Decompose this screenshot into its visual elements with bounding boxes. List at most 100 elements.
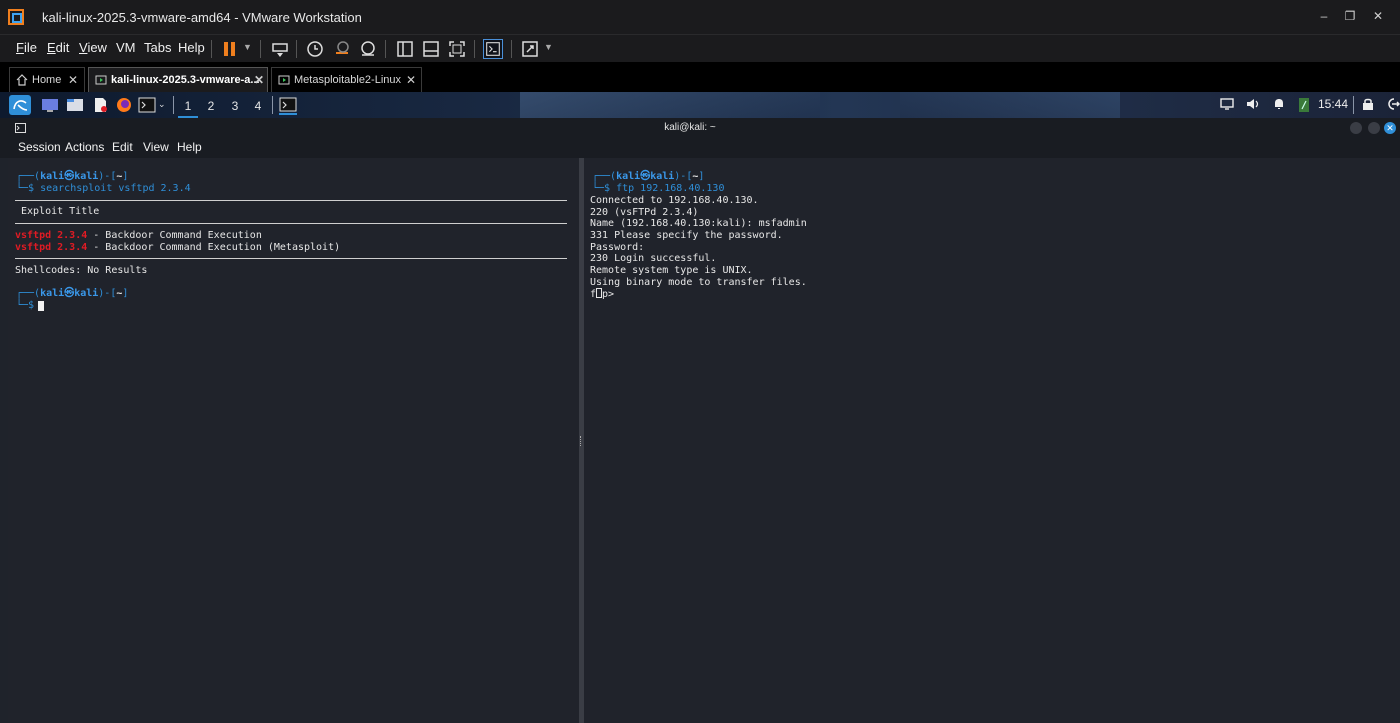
konsole-menubar: Session Actions Edit View Help bbox=[0, 138, 1400, 158]
snapshot-manager-icon[interactable] bbox=[358, 39, 378, 59]
divider bbox=[15, 200, 567, 201]
clock[interactable]: 15:44 bbox=[1318, 97, 1348, 111]
menu-edit[interactable]: Edit bbox=[47, 40, 69, 55]
right-terminal-pane[interactable]: ┌──(kali㉿kali)-[~] └─$ ftp 192.168.40.13… bbox=[584, 158, 1400, 723]
menu-actions[interactable]: Actions bbox=[65, 140, 104, 154]
toolbar-separator bbox=[260, 40, 261, 58]
volume-icon[interactable] bbox=[1245, 97, 1261, 111]
vm-running-icon bbox=[278, 75, 290, 85]
vmware-app-icon bbox=[8, 9, 24, 25]
close-icon[interactable]: ✕ bbox=[1370, 8, 1386, 24]
wallpaper-shape bbox=[520, 92, 820, 118]
left-terminal-pane[interactable]: ┌──(kali㉿kali)-[~] └─$ searchsploit vsft… bbox=[8, 158, 579, 723]
display-icon[interactable] bbox=[1220, 97, 1234, 111]
close-icon[interactable]: ✕ bbox=[1384, 122, 1396, 134]
snapshot-icon[interactable] bbox=[305, 39, 325, 59]
menu-help[interactable]: Help bbox=[178, 40, 205, 55]
revert-snapshot-icon[interactable] bbox=[332, 39, 352, 59]
drag-handle-icon[interactable] bbox=[580, 436, 583, 446]
workspace-1[interactable]: 1 bbox=[178, 96, 198, 118]
send-ctrl-alt-del-icon[interactable] bbox=[270, 39, 290, 59]
restore-icon[interactable]: ❐ bbox=[1342, 8, 1358, 24]
tab-home[interactable]: Home ✕ bbox=[9, 67, 85, 92]
divider bbox=[15, 223, 567, 224]
console-view-icon[interactable] bbox=[483, 39, 503, 59]
output-line: Remote system type is UNIX. bbox=[590, 265, 753, 276]
firefox-icon[interactable] bbox=[116, 97, 132, 113]
toolbar-separator bbox=[296, 40, 297, 58]
pause-dropdown-icon[interactable]: ▼ bbox=[243, 42, 252, 52]
ftp-prompt: f p> bbox=[590, 288, 615, 300]
menu-tabs[interactable]: Tabs bbox=[144, 40, 171, 55]
close-tab-icon[interactable]: ✕ bbox=[254, 73, 264, 87]
shellcodes-line: Shellcodes: No Results bbox=[15, 265, 148, 276]
panel-separator bbox=[1353, 96, 1354, 114]
command-line: └─$ bbox=[16, 300, 41, 311]
minimize-icon[interactable] bbox=[1350, 122, 1362, 134]
workspace-4[interactable]: 4 bbox=[248, 96, 268, 116]
output-line: 230 Login successful. bbox=[590, 253, 717, 264]
workspace-2[interactable]: 2 bbox=[201, 96, 221, 116]
kali-menu-icon[interactable] bbox=[9, 95, 31, 115]
konsole-titlebar: kali@kali: ~ ✕ bbox=[0, 118, 1400, 138]
exploit-result-row: vsftpd 2.3.4 - Backdoor Command Executio… bbox=[15, 242, 341, 253]
vmware-titlebar: kali-linux-2025.3-vmware-amd64 - VMware … bbox=[0, 0, 1400, 34]
toolbar-separator bbox=[385, 40, 386, 58]
vmware-toolbar: File Edit View VM Tabs Help ▼ ▼ bbox=[0, 34, 1400, 63]
terminal-launcher-icon[interactable] bbox=[138, 97, 156, 113]
close-tab-icon[interactable]: ✕ bbox=[406, 73, 416, 87]
command-line: └─$ searchsploit vsftpd 2.3.4 bbox=[16, 183, 191, 194]
toolbar-separator bbox=[211, 40, 212, 58]
divider bbox=[15, 258, 567, 259]
maximize-icon[interactable] bbox=[1368, 122, 1380, 134]
output-line: 331 Please specify the password. bbox=[590, 230, 783, 241]
kali-panel: ⌄ 1 2 3 4 15:44 bbox=[0, 92, 1400, 118]
home-icon bbox=[16, 74, 28, 86]
prompt-line: ┌──(kali㉿kali)-[~] bbox=[16, 171, 129, 182]
pause-icon[interactable] bbox=[220, 39, 240, 59]
thumbnail-bar-icon[interactable] bbox=[421, 39, 441, 59]
text-editor-icon[interactable] bbox=[92, 97, 108, 113]
tab-kali[interactable]: kali-linux-2025.3-vmware-a... ✕ bbox=[88, 67, 268, 92]
menu-view[interactable]: View bbox=[79, 40, 107, 55]
notifications-icon[interactable] bbox=[1272, 97, 1286, 111]
toolbar-separator bbox=[511, 40, 512, 58]
konsole-title: kali@kali: ~ bbox=[664, 122, 716, 133]
output-line: 220 (vsFTPd 2.3.4) bbox=[590, 207, 699, 218]
prompt-line: ┌──(kali㉿kali)-[~] bbox=[592, 171, 705, 182]
terminal-task-icon[interactable] bbox=[279, 97, 297, 115]
menu-help[interactable]: Help bbox=[177, 140, 202, 154]
network-icon[interactable] bbox=[1297, 97, 1311, 113]
output-line: Password: bbox=[590, 242, 645, 253]
sidebar-toggle-icon[interactable] bbox=[395, 39, 415, 59]
exploit-result-row: vsftpd 2.3.4 - Backdoor Command Executio… bbox=[15, 230, 262, 241]
panel-separator bbox=[272, 96, 273, 114]
show-desktop-icon[interactable] bbox=[41, 97, 59, 113]
fullscreen-icon[interactable] bbox=[447, 39, 467, 59]
tab-metasploitable[interactable]: Metasploitable2-Linux ✕ bbox=[271, 67, 422, 92]
output-line: Using binary mode to transfer files. bbox=[590, 277, 807, 288]
menu-session[interactable]: Session bbox=[18, 140, 61, 154]
logout-icon[interactable] bbox=[1386, 97, 1400, 111]
close-tab-icon[interactable]: ✕ bbox=[68, 73, 78, 87]
menu-file[interactable]: File bbox=[16, 40, 37, 55]
minimize-icon[interactable]: – bbox=[1316, 8, 1332, 24]
workspace-3[interactable]: 3 bbox=[225, 96, 245, 116]
menu-view[interactable]: View bbox=[143, 140, 169, 154]
vm-running-icon bbox=[95, 75, 107, 85]
chevron-down-icon[interactable]: ⌄ bbox=[158, 99, 166, 110]
tab-kali-label: kali-linux-2025.3-vmware-a... bbox=[111, 74, 260, 86]
prompt-line: ┌──(kali㉿kali)-[~] bbox=[16, 288, 129, 299]
output-line: Name (192.168.40.130:kali): msfadmin bbox=[590, 218, 807, 229]
output-line: Connected to 192.168.40.130. bbox=[590, 195, 759, 206]
lock-icon[interactable] bbox=[1362, 97, 1374, 111]
menu-edit[interactable]: Edit bbox=[112, 140, 133, 154]
tab-metasploitable-label: Metasploitable2-Linux bbox=[294, 74, 402, 86]
menu-vm[interactable]: VM bbox=[116, 40, 136, 55]
vm-tab-strip: Home ✕ kali-linux-2025.3-vmware-a... ✕ M… bbox=[0, 62, 1400, 92]
file-manager-icon[interactable] bbox=[66, 97, 84, 113]
stretch-guest-icon[interactable] bbox=[520, 39, 540, 59]
tab-home-label: Home bbox=[32, 74, 62, 86]
stretch-dropdown-icon[interactable]: ▼ bbox=[544, 42, 553, 52]
command-line: └─$ ftp 192.168.40.130 bbox=[592, 183, 725, 194]
